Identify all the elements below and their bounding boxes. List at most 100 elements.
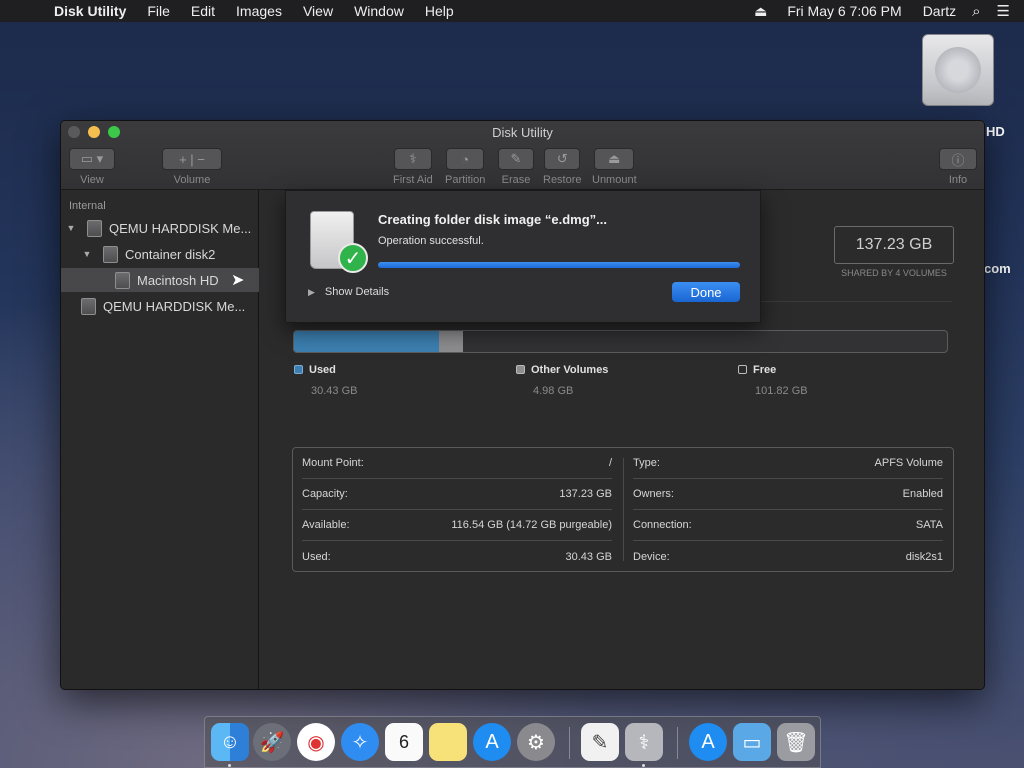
finder-icon[interactable]: ☺ (211, 723, 249, 761)
dock-separator (569, 727, 570, 759)
eraser-icon: ✎ (510, 151, 522, 166)
safari-compass-icon[interactable]: ✧ (341, 723, 379, 761)
sidebar-item-disk-1[interactable]: ▼ QEMU HARDDISK Me... (61, 216, 259, 240)
disclosure-triangle-icon[interactable]: ▼ (81, 249, 93, 259)
usage-bar-other-segment (438, 331, 463, 352)
sidebar: Internal ▼ QEMU HARDDISK Me... ▼ Contain… (61, 190, 259, 689)
capacity-display: 137.23 GB (834, 226, 954, 264)
app-store-downloads-icon[interactable]: A (689, 723, 727, 761)
restore-label: Restore (543, 174, 582, 186)
disk-image-progress-sheet: ✓ Creating folder disk image “e.dmg”... … (285, 190, 761, 323)
app-store-icon[interactable]: A (473, 723, 511, 761)
info-value: 30.43 GB (565, 550, 612, 563)
menu-images[interactable]: Images (236, 3, 282, 19)
info-row-type: Type: APFS Volume (633, 448, 943, 479)
used-swatch (294, 365, 303, 374)
downloads-folder-icon[interactable]: ▭ (733, 723, 771, 761)
free-swatch (738, 365, 747, 374)
legend-used-value: 30.43 GB (311, 385, 358, 397)
menu-edit[interactable]: Edit (191, 3, 215, 19)
info-key: Used: (302, 550, 331, 563)
restore-button[interactable]: ↺ (544, 148, 581, 170)
sidebar-item-label: Container disk2 (125, 246, 216, 262)
menu-file[interactable]: File (147, 3, 170, 19)
info-key: Connection: (633, 519, 692, 531)
first-aid-button[interactable]: ⚕ (393, 148, 432, 170)
notification-center-icon[interactable]: ☰ (997, 2, 1010, 20)
dock-separator (677, 727, 678, 759)
partition-label: Partition (445, 174, 486, 186)
usage-bar-used-segment (294, 331, 439, 352)
sheet-status: Operation successful. (378, 235, 484, 247)
sidebar-toggle-icon: ▭ ▾ (80, 151, 104, 166)
menu-window[interactable]: Window (354, 3, 404, 19)
disclosure-triangle-icon[interactable]: ▶ (308, 287, 315, 298)
info-icon: ⓘ (951, 152, 965, 168)
partition-button[interactable]: ◔ (446, 148, 485, 170)
unmount-button[interactable]: ⏏ (594, 148, 635, 170)
launchpad-icon[interactable]: 🚀 (253, 723, 291, 761)
menu-view[interactable]: View (303, 3, 333, 19)
pie-chart-icon: ◔ (461, 151, 470, 167)
unmount-label: Unmount (592, 174, 637, 186)
hard-disk-icon (87, 219, 102, 237)
other-swatch (516, 365, 525, 374)
progress-bar-fill (378, 262, 740, 268)
trash-icon[interactable]: 🗑 (777, 723, 815, 761)
desktop-hard-disk-label[interactable]: HD (986, 124, 1005, 139)
hard-disk-icon (81, 297, 96, 315)
chrome-icon[interactable]: ◉ (297, 723, 335, 761)
done-button[interactable]: Done (672, 282, 740, 302)
sidebar-item-label: Macintosh HD (137, 272, 219, 288)
disclosure-triangle-icon[interactable]: ▼ (65, 223, 77, 233)
info-row-owners: Owners: Enabled (633, 479, 943, 510)
system-preferences-gear-icon[interactable]: ⚙ (517, 723, 555, 761)
app-menu[interactable]: Disk Utility (54, 3, 126, 19)
container-icon (103, 245, 118, 263)
info-button[interactable]: ⓘ (939, 148, 977, 170)
text-edit-icon[interactable]: ✎ (581, 723, 619, 761)
legend-used: Used 30.43 GB (294, 364, 357, 397)
sidebar-item-macintosh-hd[interactable]: Macintosh HD (61, 268, 259, 292)
show-details-label: Show Details (324, 286, 390, 298)
info-value: / (608, 457, 612, 469)
legend-free-value: 101.82 GB (755, 385, 808, 397)
stethoscope-icon: ⚕ (409, 151, 417, 166)
checkmark-icon: ✓ (338, 243, 368, 273)
restore-arrow-icon: ↺ (556, 151, 568, 166)
legend-other-value: 4.98 GB (533, 385, 574, 397)
info-value: SATA (915, 519, 943, 531)
desktop-item-label[interactable]: com (984, 261, 1011, 276)
show-details-toggle[interactable]: ▶ Show Details (308, 286, 389, 298)
info-key: Owners: (633, 488, 674, 500)
menu-help[interactable]: Help (425, 3, 454, 19)
info-row-used: Used: 30.43 GB (302, 541, 612, 572)
usage-bar (293, 330, 948, 353)
legend-other-volumes: Other Volumes 4.98 GB (516, 364, 608, 397)
view-label: View (80, 174, 104, 186)
progress-bar (378, 262, 740, 268)
menu-bar: Disk Utility File Edit Images View Windo… (0, 0, 1024, 22)
menubar-clock[interactable]: Fri May 6 7:06 PM (787, 3, 901, 19)
volume-label: Volume (173, 174, 211, 186)
sidebar-item-container-disk2[interactable]: ▼ Container disk2 (61, 242, 259, 266)
sidebar-heading-internal: Internal (69, 200, 106, 212)
window-toolbar: Disk Utility ▭ ▾ View + | − Volume ⚕ Fir… (61, 121, 984, 190)
volume-add-remove-button[interactable]: + | − (162, 148, 222, 170)
running-indicator (642, 764, 645, 767)
menubar-user[interactable]: Dartz (923, 3, 956, 19)
info-key: Available: (302, 519, 350, 531)
view-button[interactable]: ▭ ▾ (69, 148, 115, 170)
eject-icon[interactable]: ⏏ (754, 3, 767, 20)
info-key: Device: (633, 550, 670, 563)
info-row-mount-point: Mount Point: / (302, 448, 612, 479)
spotlight-search-icon[interactable]: ⌕ (972, 3, 980, 20)
erase-button[interactable]: ✎ (498, 148, 534, 170)
calendar-icon[interactable]: 6 (385, 723, 423, 761)
disk-utility-icon[interactable]: ⚕ (625, 723, 663, 761)
desktop-hard-disk-icon[interactable] (922, 34, 996, 110)
sidebar-item-disk-2[interactable]: QEMU HARDDISK Me... (61, 294, 259, 318)
first-aid-label: First Aid (393, 174, 433, 186)
notes-icon[interactable] (429, 723, 467, 761)
plus-minus-icon: + | − (179, 151, 205, 167)
